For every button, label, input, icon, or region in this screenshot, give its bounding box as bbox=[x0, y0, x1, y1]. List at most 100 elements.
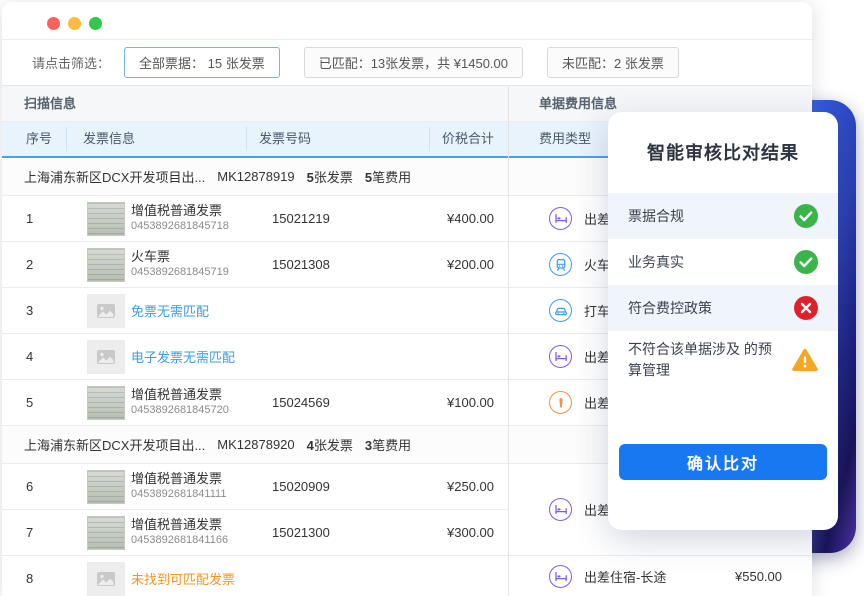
invoice-code: 0453892681841111 bbox=[131, 487, 260, 502]
invoice-thumbnail[interactable] bbox=[87, 248, 125, 282]
table-row[interactable]: 2 火车票 0453892681845719 15021308 ¥200.00 bbox=[2, 242, 508, 288]
invoice-type: 增值税普通发票 bbox=[131, 203, 260, 219]
match-status-text: 电子发票无需匹配 bbox=[131, 347, 235, 366]
filter-matched-button[interactable]: 已匹配：13张发票，共 ¥1450.00 bbox=[304, 47, 523, 78]
group-invoice-unit: 张发票 bbox=[314, 438, 353, 453]
confirm-comparison-button[interactable]: 确认比对 bbox=[619, 444, 827, 480]
invoice-code: 0453892681845718 bbox=[131, 219, 260, 234]
bed-icon bbox=[549, 565, 572, 588]
row-index: 8 bbox=[2, 571, 62, 586]
table-row[interactable]: 4 电子发票无需匹配 bbox=[2, 334, 508, 380]
row-index: 2 bbox=[2, 257, 62, 272]
invoice-thumbnail[interactable] bbox=[87, 470, 125, 504]
check-label: 业务真实 bbox=[628, 252, 684, 273]
invoice-amount: ¥250.00 bbox=[429, 479, 508, 494]
invoice-type: 增值税普通发票 bbox=[131, 517, 260, 533]
modal-title: 智能审核比对结果 bbox=[608, 139, 838, 165]
group-invoice-unit: 张发票 bbox=[314, 170, 353, 185]
invoice-amount: ¥100.00 bbox=[429, 395, 508, 410]
table-row[interactable]: 5 增值税普通发票 0453892681845720 15024569 ¥100… bbox=[2, 380, 508, 426]
page: 请点击筛选： 全部票据： 15 张发票 已匹配：13张发票，共 ¥1450.00… bbox=[0, 0, 864, 596]
row-index: 5 bbox=[2, 395, 62, 410]
filter-bar: 请点击筛选： 全部票据： 15 张发票 已匹配：13张发票，共 ¥1450.00… bbox=[2, 40, 812, 86]
check-label: 符合费控政策 bbox=[628, 298, 712, 319]
audit-result-modal: 智能审核比对结果 票据合规 业务真实 符合费控政策 不 bbox=[608, 112, 838, 530]
group-expense-unit: 笔费用 bbox=[372, 438, 411, 453]
bed-icon bbox=[549, 498, 572, 521]
column-header-invoice-info: 发票信息 bbox=[67, 127, 247, 151]
column-header-total: 价税合计 bbox=[430, 127, 508, 151]
train-icon bbox=[549, 253, 572, 276]
invoice-type: 增值税普通发票 bbox=[131, 387, 260, 403]
group-header[interactable]: 上海浦东新区DCX开发项目出... MK12878920 4张发票 3笔费用 bbox=[2, 426, 508, 464]
invoice-number: 15021300 bbox=[260, 525, 429, 540]
image-placeholder-icon bbox=[87, 340, 125, 374]
scan-panel-title: 扫描信息 bbox=[2, 86, 508, 122]
invoice-type: 增值税普通发票 bbox=[131, 471, 260, 487]
expense-type-label: 出差住宿-长途 bbox=[584, 567, 666, 586]
bed-icon bbox=[549, 207, 572, 230]
check-item: 不符合该单据涉及 的预算管理 bbox=[608, 331, 838, 389]
invoice-number: 15020909 bbox=[260, 479, 429, 494]
check-item: 符合费控政策 bbox=[608, 285, 838, 331]
invoice-amount: ¥300.00 bbox=[429, 525, 508, 540]
column-header-invoice-number: 发票号码 bbox=[247, 127, 430, 151]
window-titlebar bbox=[2, 2, 812, 40]
invoice-code: 0453892681841166 bbox=[131, 533, 260, 548]
column-header-no: 序号 bbox=[2, 127, 67, 151]
invoice-thumbnail[interactable] bbox=[87, 386, 125, 420]
group-header[interactable]: 上海浦东新区DCX开发项目出... MK12878919 5张发票 5笔费用 bbox=[2, 158, 508, 196]
check-label: 票据合规 bbox=[628, 206, 684, 227]
expense-row[interactable]: 出差住宿-长途 ¥550.00 bbox=[509, 556, 811, 596]
scan-table-header: 序号 发票信息 发票号码 价税合计 bbox=[2, 122, 508, 158]
check-item: 业务真实 bbox=[608, 239, 838, 285]
check-pass-icon bbox=[794, 250, 818, 274]
group-project-name: 上海浦东新区DCX开发项目出... bbox=[24, 435, 205, 454]
expense-amount: ¥550.00 bbox=[735, 569, 782, 584]
close-window-button[interactable] bbox=[47, 17, 60, 30]
invoice-number: 15021219 bbox=[260, 211, 429, 226]
invoice-code: 0453892681845719 bbox=[131, 265, 260, 280]
invoice-amount: ¥200.00 bbox=[429, 257, 508, 272]
row-index: 4 bbox=[2, 349, 62, 364]
table-row[interactable]: 3 免票无需匹配 bbox=[2, 288, 508, 334]
group-invoice-count: 5 bbox=[307, 170, 314, 185]
image-placeholder-icon bbox=[87, 562, 125, 596]
car-icon bbox=[549, 299, 572, 322]
invoice-thumbnail[interactable] bbox=[87, 516, 125, 550]
column-header-expense-type: 费用类型 bbox=[509, 127, 591, 151]
check-item: 票据合规 bbox=[608, 193, 838, 239]
image-placeholder-icon bbox=[87, 294, 125, 328]
tie-icon bbox=[549, 391, 572, 414]
filter-unmatched-button[interactable]: 未匹配：2 张发票 bbox=[547, 47, 679, 78]
group-invoice-count: 4 bbox=[307, 438, 314, 453]
group-expense-unit: 笔费用 bbox=[372, 170, 411, 185]
row-index: 6 bbox=[2, 479, 62, 494]
scan-info-panel: 扫描信息 序号 发票信息 发票号码 价税合计 上海浦东新区DCX开发项目出...… bbox=[2, 86, 508, 596]
maximize-window-button[interactable] bbox=[89, 17, 102, 30]
invoice-code: 0453892681845720 bbox=[131, 403, 260, 418]
row-index: 1 bbox=[2, 211, 62, 226]
table-row[interactable]: 6 增值税普通发票 0453892681841111 15020909 ¥250… bbox=[2, 464, 508, 510]
group-code: MK12878919 bbox=[217, 169, 294, 184]
match-status-text: 免票无需匹配 bbox=[131, 301, 209, 320]
group-project-name: 上海浦东新区DCX开发项目出... bbox=[24, 167, 205, 186]
minimize-window-button[interactable] bbox=[68, 17, 81, 30]
invoice-number: 15021308 bbox=[260, 257, 429, 272]
check-label: 不符合该单据涉及 的预算管理 bbox=[628, 339, 778, 381]
row-index: 7 bbox=[2, 525, 62, 540]
bed-icon bbox=[549, 345, 572, 368]
filter-bar-label: 请点击筛选： bbox=[32, 53, 110, 72]
table-row[interactable]: 8 未找到可匹配发票 bbox=[2, 556, 508, 596]
table-row[interactable]: 1 增值税普通发票 0453892681845718 15021219 ¥400… bbox=[2, 196, 508, 242]
group-code: MK12878920 bbox=[217, 437, 294, 452]
check-pass-icon bbox=[794, 204, 818, 228]
invoice-thumbnail[interactable] bbox=[87, 202, 125, 236]
match-status-text: 未找到可匹配发票 bbox=[131, 569, 235, 588]
warning-triangle-icon bbox=[792, 348, 818, 372]
invoice-number: 15024569 bbox=[260, 395, 429, 410]
filter-all-invoices-button[interactable]: 全部票据： 15 张发票 bbox=[124, 47, 280, 78]
invoice-amount: ¥400.00 bbox=[429, 211, 508, 226]
check-fail-icon bbox=[794, 296, 818, 320]
table-row[interactable]: 7 增值税普通发票 0453892681841166 15021300 ¥300… bbox=[2, 510, 508, 556]
